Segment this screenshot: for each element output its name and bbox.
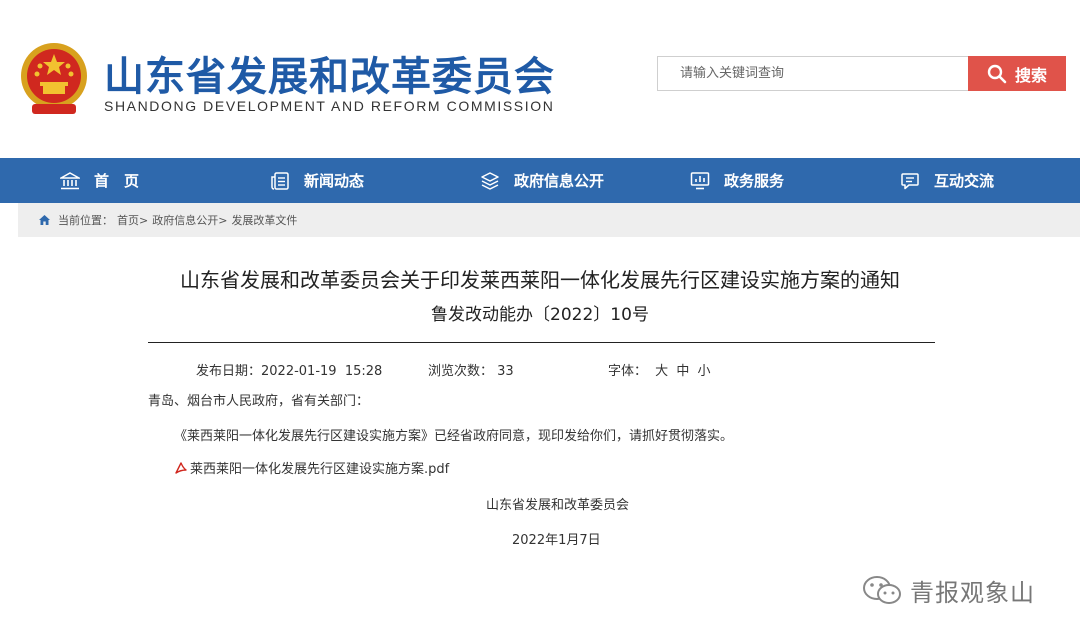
nav-label-services: 政务服务 [724, 172, 785, 190]
publish-date-label: 发布日期： [196, 364, 262, 379]
site-subtitle: SHANDONG DEVELOPMENT AND REFORM COMMISSI… [104, 98, 555, 114]
font-size-control: 字体： 大 中 小 [608, 360, 710, 379]
breadcrumb-item-home[interactable]: 首页> [117, 212, 148, 228]
nav-item-gov-info[interactable]: 政府信息公开 [480, 158, 604, 203]
breadcrumb-item-current[interactable]: 发展改革文件 [231, 212, 297, 228]
publish-date-value: 2022-01-19 15:28 [261, 364, 383, 379]
nav-label-gov-info: 政府信息公开 [514, 172, 605, 190]
wechat-icon [863, 575, 901, 604]
view-count-label: 浏览次数： [428, 364, 494, 379]
bank-icon [60, 171, 80, 189]
signature: 山东省发展和改革委员会 [486, 498, 630, 513]
chart-icon [690, 171, 710, 189]
view-count: 浏览次数： 33 [428, 360, 514, 379]
nav-label-home: 首 页 [94, 172, 140, 190]
signature-date: 2022年1月7日 [512, 533, 601, 548]
layers-icon [481, 171, 499, 190]
search-box [657, 56, 969, 91]
news-icon [271, 171, 289, 190]
breadcrumb-item-gov-info[interactable]: 政府信息公开> [152, 212, 227, 228]
search-input[interactable] [658, 57, 968, 90]
national-emblem-icon [21, 43, 87, 114]
watermark: 青报观象山 [862, 573, 1035, 608]
body-paragraph: 《莱西莱阳一体化发展先行区建设实施方案》已经省政府同意，现印发给你们，请抓好贯彻… [174, 429, 734, 444]
main-nav: 首 页 新闻动态 政府信息公开 政务服务 互动交流 [0, 158, 1080, 203]
watermark-text: 青报观象山 [910, 579, 1035, 607]
search-button-label: 搜索 [1014, 65, 1047, 85]
font-size-large-link[interactable]: 大 [655, 364, 668, 379]
site-title: 山东省发展和改革委员会 [104, 54, 555, 100]
font-size-label: 字体： [608, 364, 648, 379]
font-size-medium-link[interactable]: 中 [676, 364, 689, 379]
salutation: 青岛、烟台市人民政府，省有关部门： [148, 394, 370, 409]
chat-icon [901, 172, 919, 189]
article-title: 山东省发展和改革委员会关于印发莱西莱阳一体化发展先行区建设实施方案的通知 [180, 268, 900, 292]
nav-item-interaction[interactable]: 互动交流 [900, 158, 994, 203]
publish-date: 发布日期：2022-01-19 15:28 [196, 360, 382, 379]
breadcrumb: 当前位置： 首页> 政府信息公开> 发展改革文件 [18, 203, 1080, 237]
nav-item-services[interactable]: 政务服务 [690, 158, 784, 203]
attachment-link[interactable]: 莱西莱阳一体化发展先行区建设实施方案.pdf [174, 458, 449, 477]
search-icon [987, 64, 1007, 83]
title-divider [148, 342, 935, 343]
breadcrumb-prefix: 当前位置： [58, 214, 113, 227]
nav-label-news: 新闻动态 [304, 172, 365, 190]
document-number: 鲁发改动能办〔2022〕10号 [431, 305, 649, 325]
font-size-small-link[interactable]: 小 [697, 364, 710, 379]
nav-label-interaction: 互动交流 [934, 172, 995, 190]
search-button[interactable]: 搜索 [968, 56, 1066, 91]
pdf-icon [175, 461, 187, 474]
nav-item-home[interactable]: 首 页 [60, 158, 139, 203]
view-count-value: 33 [497, 364, 514, 379]
site-header: 山东省发展和改革委员会 SHANDONG DEVELOPMENT AND REF… [0, 0, 1080, 158]
attachment-filename: 莱西莱阳一体化发展先行区建设实施方案.pdf [190, 462, 450, 477]
home-icon [39, 215, 50, 225]
nav-item-news[interactable]: 新闻动态 [270, 158, 364, 203]
